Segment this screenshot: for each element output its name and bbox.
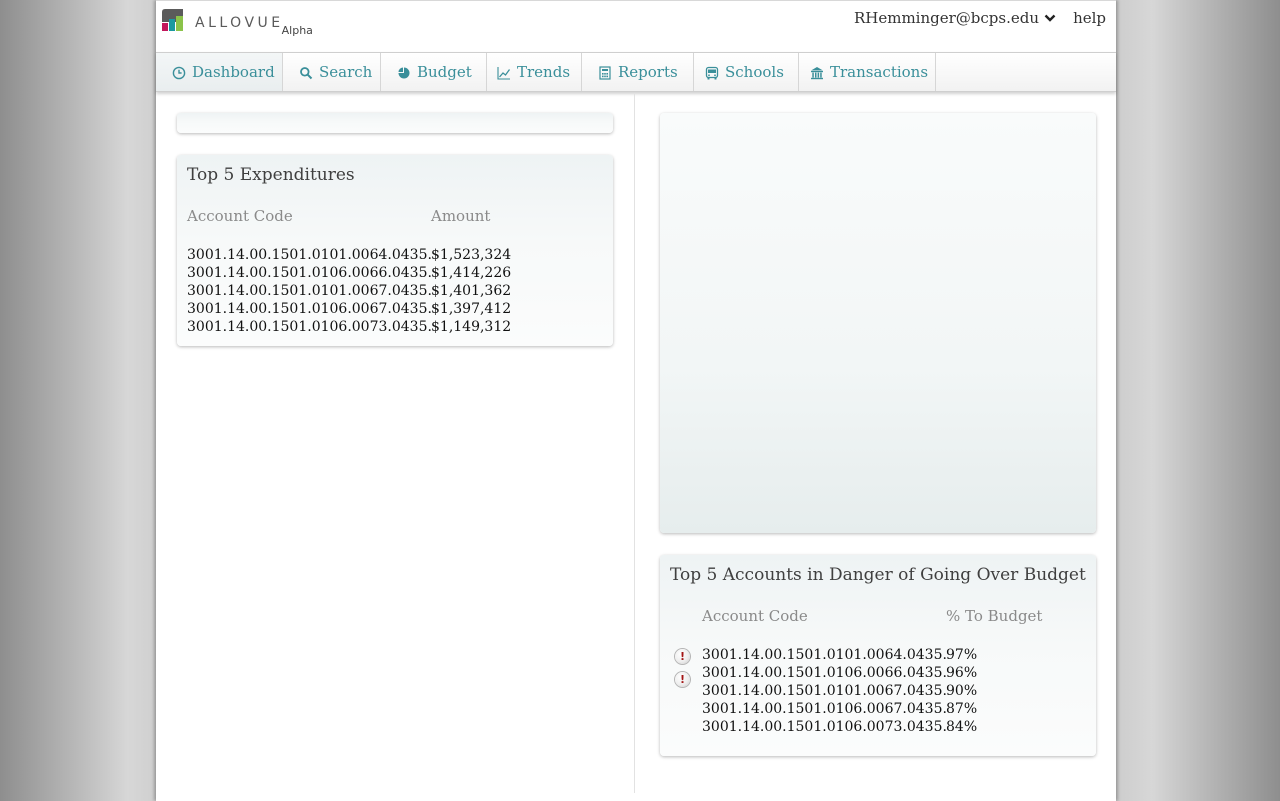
table-row[interactable]: 3001.14.00.1501.0106.0073.0435. $1,149,31… — [187, 318, 511, 336]
account-code: 3001.14.00.1501.0101.0064.0435. — [702, 647, 947, 663]
chart-panel — [660, 113, 1096, 533]
amount: $1,397,412 — [431, 301, 512, 317]
table-row[interactable]: 3001.14.00.1501.0101.0067.0435. $1,401,36… — [187, 282, 511, 300]
account-code: 3001.14.00.1501.0101.0067.0435. — [702, 683, 947, 699]
account-code: 3001.14.00.1501.0106.0067.0435. — [187, 301, 432, 317]
clock-icon — [172, 66, 186, 79]
account-code: 3001.14.00.1501.0101.0067.0435. — [187, 283, 432, 299]
user-menu[interactable]: RHemminger@bcps.edu — [854, 9, 1056, 27]
amount: $1,523,324 — [431, 247, 512, 263]
expenditures-table: 3001.14.00.1501.0101.0064.0435. $1,523,32… — [187, 246, 511, 336]
table-row[interactable]: 3001.14.00.1501.0101.0067.0435. 90% — [702, 682, 977, 700]
table-row[interactable]: 3001.14.00.1501.0106.0067.0435. 87% — [702, 700, 977, 718]
tab-label: Schools — [725, 63, 784, 81]
tab-schools[interactable]: Schools — [694, 53, 799, 91]
empty-panel — [177, 113, 613, 133]
bus-icon — [705, 66, 719, 79]
tab-trends[interactable]: Trends — [487, 53, 582, 91]
table-row[interactable]: 3001.14.00.1501.0106.0067.0435. $1,397,41… — [187, 300, 511, 318]
amount: $1,401,362 — [431, 283, 512, 299]
tab-budget[interactable]: Budget — [381, 53, 487, 91]
app-window: ALLOVUE Alpha RHemminger@bcps.edu help D… — [156, 0, 1116, 801]
account-code: 3001.14.00.1501.0106.0067.0435. — [702, 701, 947, 717]
tab-reports[interactable]: Reports — [582, 53, 694, 91]
chevron-down-icon — [1044, 14, 1056, 22]
table-row[interactable]: 3001.14.00.1501.0106.0066.0435. $1,414,22… — [187, 264, 511, 282]
account-code: 3001.14.00.1501.0106.0066.0435. — [702, 665, 947, 681]
alert-icon[interactable]: ! — [675, 649, 690, 664]
amount: $1,414,226 — [431, 265, 512, 281]
percent-to-budget: 87% — [946, 701, 978, 717]
column-divider — [634, 93, 635, 793]
account-code: 3001.14.00.1501.0106.0073.0435. — [187, 319, 432, 335]
logo-wordmark: ALLOVUE — [195, 15, 284, 31]
alert-icon[interactable]: ! — [675, 672, 690, 687]
main-nav: Dashboard Search Budget Trends Reports S… — [156, 52, 1116, 92]
user-email: RHemminger@bcps.edu — [853, 9, 1039, 27]
pie-chart-icon — [398, 67, 410, 78]
tab-label: Reports — [618, 63, 678, 81]
tab-label: Dashboard — [192, 63, 275, 81]
account-code: 3001.14.00.1501.0106.0073.0435. — [702, 719, 947, 735]
column-header-percent: % To Budget — [946, 607, 1043, 625]
tab-dashboard[interactable]: Dashboard — [156, 53, 283, 91]
column-header-account: Account Code — [187, 207, 293, 225]
percent-to-budget: 96% — [946, 665, 978, 681]
table-row[interactable]: 3001.14.00.1501.0101.0064.0435. $1,523,32… — [187, 246, 511, 264]
top-expenditures-panel: Top 5 Expenditures Account Code Amount 3… — [177, 155, 613, 346]
danger-table: 3001.14.00.1501.0101.0064.0435. 97% 3001.… — [702, 646, 977, 736]
tab-label: Transactions — [830, 63, 929, 81]
column-header-amount: Amount — [431, 207, 491, 225]
panel-title: Top 5 Expenditures — [187, 165, 355, 185]
table-row[interactable]: 3001.14.00.1501.0106.0066.0435. 96% — [702, 664, 977, 682]
tab-transactions[interactable]: Transactions — [799, 53, 936, 91]
account-code: 3001.14.00.1501.0106.0066.0435. — [187, 265, 432, 281]
allovue-logo[interactable]: ALLOVUE Alpha — [160, 8, 313, 37]
bank-icon — [811, 66, 823, 79]
report-icon — [599, 65, 611, 80]
help-link[interactable]: help — [1073, 9, 1106, 27]
tab-label: Search — [319, 63, 373, 81]
panel-title: Top 5 Accounts in Danger of Going Over B… — [670, 565, 1086, 585]
table-row[interactable]: 3001.14.00.1501.0106.0073.0435. 84% — [702, 718, 977, 736]
logo-mark-icon — [162, 9, 183, 31]
tab-label: Trends — [517, 63, 571, 81]
top-bar: ALLOVUE Alpha RHemminger@bcps.edu help — [156, 1, 1116, 52]
percent-to-budget: 97% — [946, 647, 978, 663]
danger-accounts-panel: Top 5 Accounts in Danger of Going Over B… — [660, 555, 1096, 756]
table-row[interactable]: 3001.14.00.1501.0101.0064.0435. 97% — [702, 646, 977, 664]
search-icon — [300, 66, 313, 79]
amount: $1,149,312 — [431, 319, 512, 335]
tab-label: Budget — [417, 63, 472, 81]
column-header-account: Account Code — [702, 607, 808, 625]
tab-search[interactable]: Search — [283, 53, 381, 91]
percent-to-budget: 84% — [946, 719, 978, 735]
account-code: 3001.14.00.1501.0101.0064.0435. — [187, 247, 432, 263]
percent-to-budget: 90% — [946, 683, 978, 699]
line-chart-icon — [497, 66, 511, 80]
logo-alpha-label: Alpha — [281, 24, 313, 37]
